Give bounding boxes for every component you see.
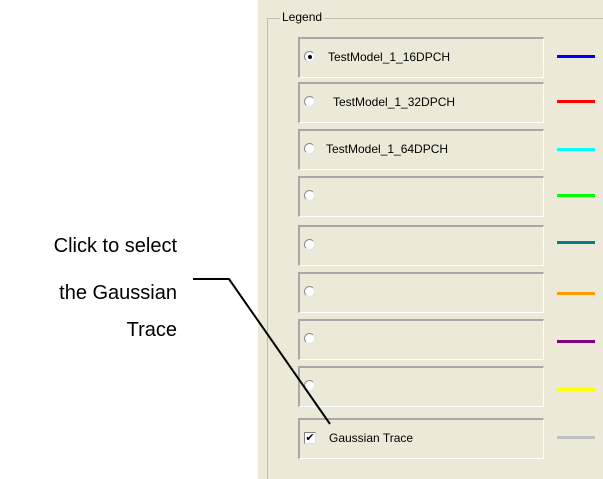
- callout-leader-line: [193, 278, 331, 425]
